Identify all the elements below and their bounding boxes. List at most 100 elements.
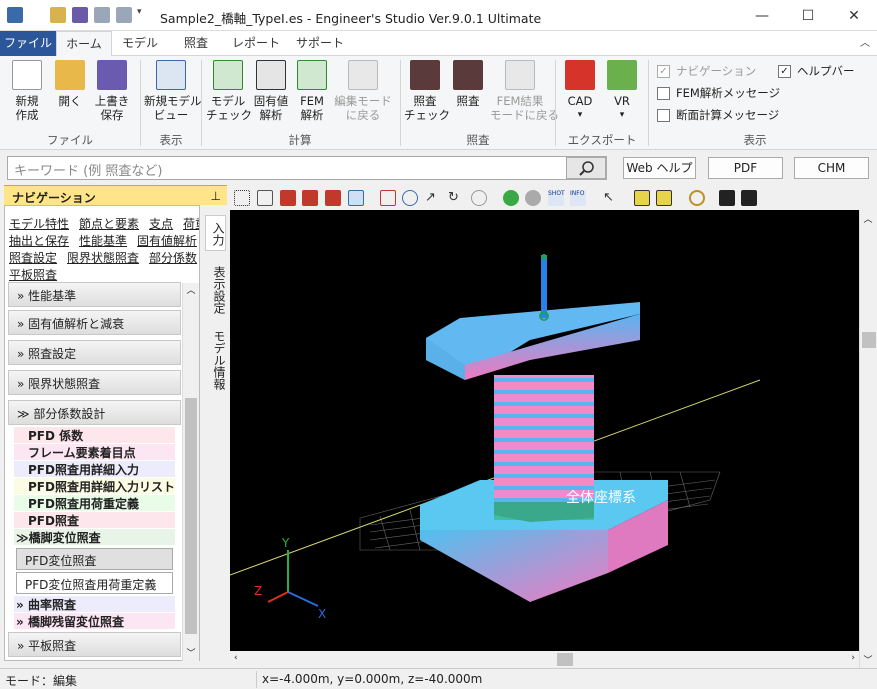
list-item[interactable]: PFD照査用詳細入力リスト <box>14 478 175 494</box>
node-select-icon[interactable] <box>656 190 672 206</box>
list-item[interactable]: PFD照査用詳細入力 <box>14 461 175 477</box>
scroll-up-icon[interactable]: ︿ <box>183 283 199 296</box>
sub-button-pfd-disp-load[interactable]: PFD変位照査用荷重定義 <box>16 572 173 594</box>
scroll-up-icon[interactable]: ︿ <box>860 212 876 225</box>
ribbon-collapse-icon[interactable]: ︿ <box>855 31 875 56</box>
check-button[interactable]: 照査 <box>448 60 488 108</box>
customize-chevron-icon[interactable]: ▾ <box>137 7 147 23</box>
list-item[interactable]: PFD照査 <box>14 512 175 528</box>
link-model-props[interactable]: モデル特性 <box>9 217 69 231</box>
scroll-thumb[interactable] <box>862 332 876 348</box>
redo-icon[interactable] <box>116 7 132 23</box>
tab-report[interactable]: レポート <box>224 31 288 56</box>
back-to-edit-button[interactable]: 編集モード に戻る <box>334 60 392 122</box>
list-item[interactable]: フレーム要素着目点 <box>14 444 175 460</box>
tab-home[interactable]: ホーム <box>56 31 112 56</box>
orbit-icon[interactable] <box>471 190 487 206</box>
section-performance[interactable]: » 性能基準 <box>8 282 181 307</box>
fit-icon[interactable] <box>257 190 273 206</box>
section-plate-check[interactable]: » 平板照査 <box>8 632 181 657</box>
fem-analysis-button[interactable]: FEM 解析 <box>292 60 332 122</box>
link-plate-check[interactable]: 平板照査 <box>9 268 57 282</box>
camera-icon[interactable] <box>719 190 735 206</box>
list-item[interactable]: » 曲率照査 <box>14 596 175 612</box>
section-partial-factor[interactable]: ≫ 部分係数設計 <box>8 400 181 425</box>
zoom-search-icon[interactable] <box>689 190 705 206</box>
maximize-icon[interactable]: ☐ <box>785 0 831 31</box>
vtab-display[interactable]: 表示設定 <box>205 260 226 320</box>
select-icon[interactable] <box>234 190 250 206</box>
tab-support[interactable]: サポート <box>290 31 350 56</box>
link-supports[interactable]: 支点 <box>149 217 173 231</box>
open-button[interactable]: 開く <box>50 60 90 108</box>
list-item[interactable]: » 橋脚残留変位照査 <box>14 613 175 629</box>
link-check-settings[interactable]: 照査設定 <box>9 251 57 265</box>
cube-side-icon[interactable] <box>302 190 318 206</box>
search-input[interactable]: キーワード (例 照査など) <box>7 156 607 180</box>
scroll-thumb[interactable] <box>557 653 573 666</box>
scroll-thumb[interactable] <box>185 398 197 634</box>
view-hscrollbar[interactable]: ‹ › <box>230 651 859 668</box>
link-limit-state[interactable]: 限界状態照査 <box>67 251 139 265</box>
camera-settings-icon[interactable] <box>741 190 757 206</box>
section-message-checkbox[interactable]: 断面計算メッセージ <box>657 107 779 123</box>
element-select-icon[interactable] <box>634 190 650 206</box>
rotate-icon[interactable]: ↻ <box>448 190 464 206</box>
new-model-view-button[interactable]: 新規モデル ビュー <box>144 60 202 122</box>
section-eigen[interactable]: » 固有値解析と減衰 <box>8 310 181 335</box>
cube-front-icon[interactable] <box>280 190 296 206</box>
expanded-group[interactable]: ≫橋脚変位照査 <box>14 529 175 545</box>
zoom-window-icon[interactable] <box>380 190 396 206</box>
save-button[interactable]: 上書き 保存 <box>92 60 132 122</box>
search-button[interactable] <box>566 157 606 179</box>
link-eigen[interactable]: 固有値解析 <box>137 234 197 248</box>
scroll-right-icon[interactable]: › <box>851 653 855 663</box>
cursor-icon[interactable]: ↖ <box>603 190 619 206</box>
save-icon[interactable] <box>72 7 88 23</box>
link-nodes-elements[interactable]: 節点と要素 <box>79 217 139 231</box>
help-bar-checkbox[interactable]: ✓ ヘルプバー <box>778 63 855 79</box>
vtab-model-info[interactable]: モデル情報 <box>205 325 226 395</box>
sub-button-pfd-disp[interactable]: PFD変位照査 <box>16 548 173 570</box>
pdf-button[interactable]: PDF <box>708 157 783 179</box>
list-item[interactable]: PFD 係数 <box>14 427 175 443</box>
link-performance[interactable]: 性能基準 <box>79 234 127 248</box>
nav-scrollbar[interactable]: ︿ ﹀ <box>182 283 199 661</box>
back-icon[interactable] <box>503 190 519 206</box>
forward-icon[interactable] <box>525 190 541 206</box>
minimize-icon[interactable]: — <box>739 0 785 31</box>
model-3d-view[interactable]: 全体座標系 Y X Z <box>230 210 859 651</box>
pan-icon[interactable]: ↗ <box>425 190 441 206</box>
tab-check[interactable]: 照査 <box>168 31 224 56</box>
info-icon[interactable]: INFO <box>570 190 586 206</box>
new-button[interactable]: 新規 作成 <box>6 60 48 122</box>
scroll-down-icon[interactable]: ﹀ <box>860 653 876 666</box>
vtab-input[interactable]: 入力 <box>205 215 226 251</box>
list-item[interactable]: PFD照査用荷重定義 <box>14 495 175 511</box>
cube-iso-icon[interactable] <box>348 190 364 206</box>
pin-icon[interactable]: ⊥ <box>211 189 221 203</box>
navigation-checkbox[interactable]: ✓ ナビゲーション <box>657 63 756 79</box>
fem-message-checkbox[interactable]: FEM解析メッセージ <box>657 85 780 101</box>
cube-top-icon[interactable] <box>325 190 341 206</box>
back-to-fem-result-button[interactable]: FEM結果 モードに戻る <box>490 60 559 122</box>
view-vscrollbar[interactable]: ︿ ﹀ <box>859 210 877 668</box>
tab-model[interactable]: モデル <box>112 31 168 56</box>
chm-button[interactable]: CHM <box>794 157 869 179</box>
undo-icon[interactable] <box>94 7 110 23</box>
eigen-analysis-button[interactable]: 固有値 解析 <box>250 60 292 122</box>
section-check-settings[interactable]: » 照査設定 <box>8 340 181 365</box>
link-extract-save[interactable]: 抽出と保存 <box>9 234 69 248</box>
scroll-down-icon[interactable]: ﹀ <box>183 646 199 659</box>
tab-file[interactable]: ファイル <box>0 31 56 56</box>
new-file-icon[interactable] <box>50 7 66 23</box>
shot-icon[interactable]: SHOT <box>548 190 565 206</box>
zoom-out-icon[interactable] <box>402 190 418 206</box>
web-help-button[interactable]: Web ヘルプ <box>623 157 696 179</box>
check-check-button[interactable]: 照査 チェック <box>404 60 450 122</box>
model-check-button[interactable]: モデル チェック <box>206 60 252 122</box>
scroll-left-icon[interactable]: ‹ <box>234 653 238 663</box>
link-partial-factor[interactable]: 部分係数 <box>149 251 197 265</box>
section-limit-state[interactable]: » 限界状態照査 <box>8 370 181 395</box>
vr-button[interactable]: VR ▾ <box>602 60 642 122</box>
